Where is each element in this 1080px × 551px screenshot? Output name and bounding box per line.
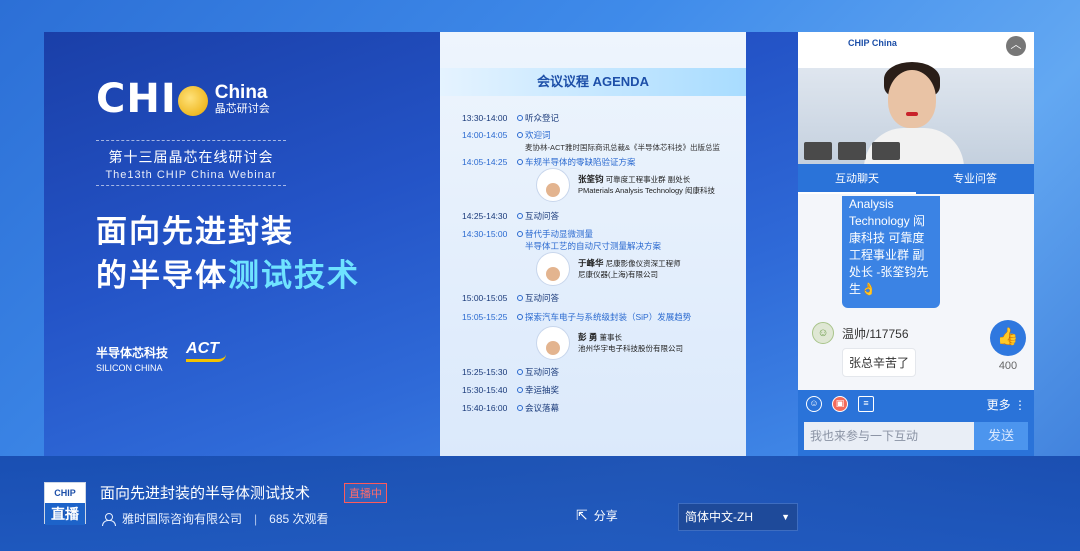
logo-chip-text: CHI [96, 76, 209, 122]
speaker-name: 张筌钧 [578, 174, 604, 184]
agenda-panel: 会议议程 AGENDA 13:30-14:00 听众登记 14:00-14:05 欢… [440, 32, 746, 456]
speaker-card: 彭 勇 董事长 池州华宇电子科技股份有限公司 [536, 326, 683, 360]
view-count: 685 次观看 [269, 512, 329, 526]
collapse-icon[interactable]: ︿ [1006, 36, 1026, 56]
more-button[interactable]: 更多 ⋮ [987, 396, 1026, 413]
tab-qa[interactable]: 专业问答 [916, 164, 1034, 194]
language-select[interactable]: 简体中文-ZH ▼ [678, 503, 798, 531]
avatar: ☺ [812, 322, 834, 344]
slide-left-panel: CHI China 晶芯研讨会 第十三届晶芯在线研讨会 The13th CHIP… [44, 32, 440, 456]
emoji-icon[interactable]: ☺ [806, 396, 822, 412]
chat-toolbar: ☺ ▣ ≡ 更多 ⋮ [798, 390, 1034, 418]
stream-info-bar: CHIP China 直播 面向先进封装的半导体测试技术 直播中 雅时国际咨询有… [0, 456, 1080, 551]
camera-thumbnails [804, 142, 900, 160]
speaker-photo [536, 252, 570, 286]
speaker-card: 张筌钧 可靠度工程事业群 副处长 PMaterials Analysis Tech… [536, 168, 715, 202]
chat-tabs: 互动聊天 专业问答 [798, 164, 1034, 194]
speaker-photo [536, 326, 570, 360]
chat-message: 张总辛苦了 [842, 348, 917, 377]
share-button[interactable]: ⇱ 分享 [576, 507, 618, 524]
like-count: 400 [998, 360, 1018, 372]
chat-input[interactable] [804, 422, 974, 450]
presenter-camera[interactable]: CHIP China ︿ [798, 32, 1034, 164]
speaker-name: 于峰华 [578, 258, 604, 268]
chat-feed[interactable]: Analysis Technology 闳康科技 可靠度工程事业群 副处长 -张… [798, 194, 1034, 390]
agenda-item: 15:00-15:05 互动问答 [462, 293, 560, 303]
agenda-item: 15:40-16:00 会议落幕 [462, 403, 560, 413]
tab-chat[interactable]: 互动聊天 [798, 164, 916, 194]
side-panel: CHIP China ︿ 互动聊天 专业问答 Analysis Technolo… [798, 32, 1034, 456]
send-button[interactable]: 发送 [974, 422, 1028, 450]
edition-en: The13th CHIP China Webinar [105, 169, 277, 181]
agenda-item: 15:05-15:25 探索汽车电子与系统级封装（SiP）发展趋势 [462, 312, 692, 322]
stream-title: 面向先进封装的半导体测试技术 [100, 485, 311, 502]
cam-logo: CHIP China [848, 38, 897, 48]
slide-title: 面向先进封装 的半导体测试技术 [96, 210, 360, 298]
agenda-item: 13:30-14:00 听众登记 [462, 113, 560, 123]
agenda-item: 14:30-15:00 替代手动显微测量 半导体工艺的自动尺寸测量解决方案 [462, 229, 662, 251]
like-button[interactable]: 👍 [990, 320, 1026, 356]
stream-owner: 雅时国际咨询有限公司 | 685 次观看 [102, 510, 329, 527]
slide-title-line2: 的半导体 [96, 258, 228, 294]
chat-username: 温帅/117756 [842, 326, 909, 341]
chat-message-bubble: Analysis Technology 闳康科技 可靠度工程事业群 副处长 -张… [842, 196, 940, 308]
sponsor-zh: 半导体芯科技 [96, 346, 169, 360]
owner-name[interactable]: 雅时国际咨询有限公司 [122, 510, 242, 527]
edition-zh: 第十三届晶芯在线研讨会 [108, 149, 274, 165]
edition-banner: 第十三届晶芯在线研讨会 The13th CHIP China Webinar [96, 140, 286, 186]
slide-title-highlight: 测试技术 [228, 258, 360, 294]
video-player[interactable]: CHI China 晶芯研讨会 第十三届晶芯在线研讨会 The13th CHIP… [44, 32, 798, 456]
notes-icon[interactable]: ≡ [858, 396, 874, 412]
chat-user: ☺ 温帅/117756 [812, 322, 909, 344]
gift-icon[interactable]: ▣ [832, 396, 848, 412]
speaker-name: 彭 勇 [578, 332, 598, 342]
act-logo: ACT [186, 340, 227, 362]
agenda-item: 14:25-14:30 互动问答 [462, 211, 560, 221]
agenda-item: 15:30-15:40 幸运抽奖 [462, 385, 560, 395]
chat-input-row: 发送 [798, 418, 1034, 456]
chip-china-logo: CHI China 晶芯研讨会 [96, 76, 270, 122]
slide-title-line1: 面向先进封装 [96, 214, 294, 250]
agenda-item: 14:05-14:25 车规半导体的零缺陷验证方案 [462, 157, 636, 167]
channel-logo[interactable]: CHIP China 直播 [44, 482, 86, 525]
sponsor-en: SILICON CHINA [96, 363, 163, 373]
logo-china-zh: 晶芯研讨会 [214, 103, 270, 115]
live-badge: 直播中 [344, 483, 387, 503]
sponsor-logos: 半导体芯科技 SILICON CHINA ACT [96, 340, 227, 373]
share-icon: ⇱ [576, 507, 588, 523]
agenda-header: 会议议程 AGENDA [440, 68, 746, 96]
chevron-down-icon: ▼ [781, 512, 790, 522]
speaker-card: 于峰华 尼康影像仪资深工程师 尼康仪器(上海)有限公司 [536, 252, 681, 286]
user-icon [102, 512, 116, 526]
thumbs-up-icon: 👍 [997, 327, 1019, 346]
agenda-item: 15:25-15:30 互动问答 [462, 367, 560, 377]
logo-china-en: China [214, 82, 268, 103]
agenda-item: 14:00-14:05 欢迎词 麦协林-ACT雅时国际商讯总裁&《半导体芯科技》出版… [462, 130, 720, 152]
speaker-photo [536, 168, 570, 202]
